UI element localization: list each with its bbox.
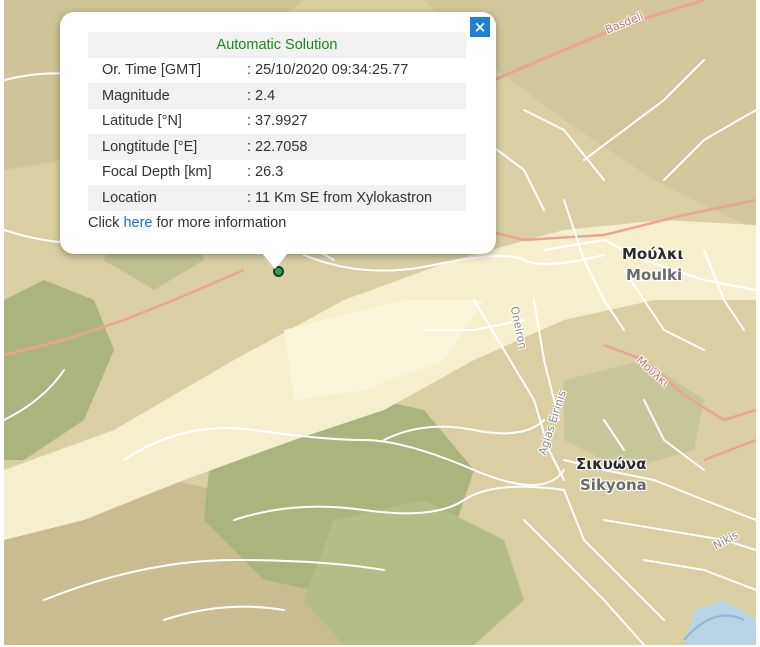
- row-value: : 26.3: [247, 164, 284, 181]
- row-label: Latitude [°N]: [102, 113, 182, 130]
- place-label-moulki-greek: Μούλκι: [622, 245, 684, 263]
- more-info-prefix: Click: [88, 215, 120, 232]
- row-value: : 25/10/2020 09:34:25.77: [247, 62, 409, 79]
- popup-pointer: [262, 253, 288, 269]
- place-label-moulki-latin: Moulki: [626, 266, 683, 284]
- info-row-focal-depth: Focal Depth [km] : 26.3: [88, 160, 466, 186]
- row-value: : 11 Km SE from Xylokastron: [247, 185, 466, 211]
- row-label: Location: [88, 185, 247, 211]
- place-label-sikyona-greek: Σικυώνα: [576, 455, 647, 473]
- row-value: : 22.7058: [247, 134, 466, 160]
- info-row-location: Location : 11 Km SE from Xylokastron: [88, 185, 466, 211]
- info-row-latitude: Latitude [°N] : 37.9927: [88, 109, 466, 135]
- row-label: Or. Time [GMT]: [102, 62, 202, 79]
- info-row-origin-time: Or. Time [GMT] : 25/10/2020 09:34:25.77: [88, 58, 466, 84]
- more-info-link[interactable]: here: [123, 215, 152, 231]
- event-info-table: Automatic Solution Or. Time [GMT] : 25/1…: [88, 32, 466, 236]
- info-row-magnitude: Magnitude : 2.4: [88, 83, 466, 109]
- row-label: Longtitude [°E]: [88, 134, 247, 160]
- popup-title: Automatic Solution: [88, 32, 466, 58]
- row-value: : 37.9927: [247, 113, 308, 130]
- close-icon[interactable]: ×: [470, 17, 490, 37]
- more-info-line: Click here for more information: [88, 211, 466, 237]
- info-row-longitude: Longtitude [°E] : 22.7058: [88, 134, 466, 160]
- row-value: : 2.4: [247, 83, 466, 109]
- row-label: Focal Depth [km]: [102, 164, 212, 181]
- more-info-suffix: for more information: [156, 215, 287, 232]
- place-label-sikyona-latin: Sikyona: [580, 476, 647, 494]
- row-label: Magnitude: [88, 83, 247, 109]
